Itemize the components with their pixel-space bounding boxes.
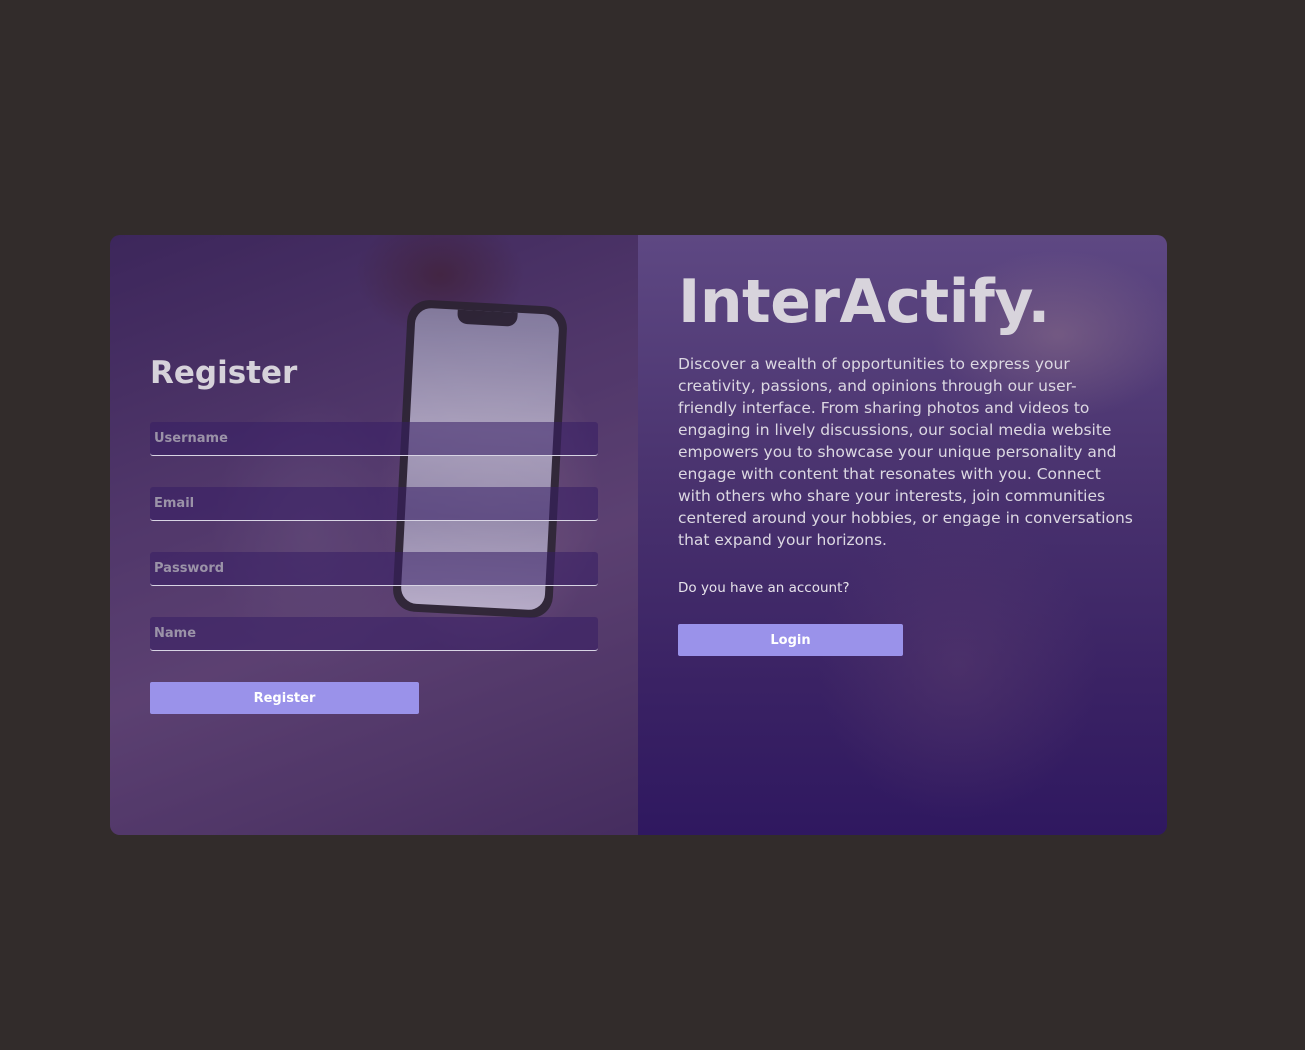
brand-description: Discover a wealth of opportunities to ex… bbox=[678, 355, 1133, 549]
login-button[interactable]: Login bbox=[678, 624, 903, 656]
email-input[interactable] bbox=[150, 487, 598, 521]
promo-content: InterActify. Discover a wealth of opport… bbox=[678, 265, 1133, 656]
register-panel: Register Register bbox=[110, 235, 638, 835]
register-form: Register Register bbox=[150, 353, 598, 714]
password-input[interactable] bbox=[150, 552, 598, 586]
auth-card: Register Register InterActify. Discover … bbox=[110, 235, 1167, 835]
username-input[interactable] bbox=[150, 422, 598, 456]
name-input[interactable] bbox=[150, 617, 598, 651]
register-button[interactable]: Register bbox=[150, 682, 419, 714]
register-title: Register bbox=[150, 355, 298, 391]
brand-title: InterActify. bbox=[678, 267, 1050, 337]
account-question: Do you have an account? bbox=[678, 580, 850, 596]
promo-panel: InterActify. Discover a wealth of opport… bbox=[638, 235, 1167, 835]
